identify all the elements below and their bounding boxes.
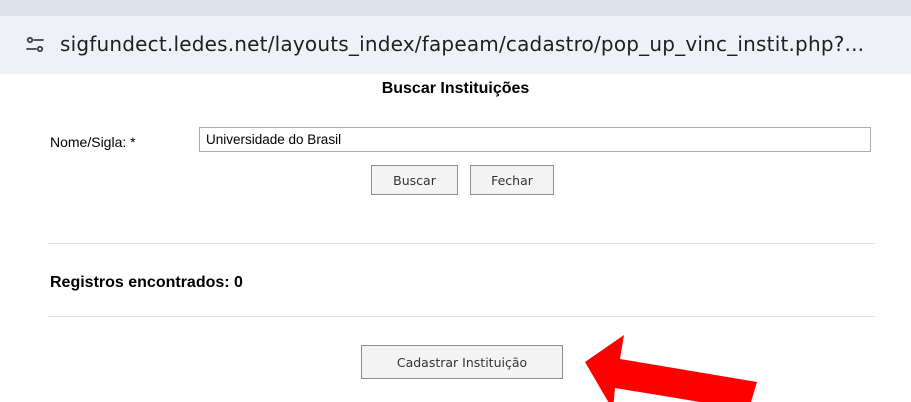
page-title: Buscar Instituições <box>381 80 530 97</box>
register-institution-button[interactable]: Cadastrar Instituição <box>361 345 563 379</box>
name-sigla-input[interactable] <box>199 127 871 152</box>
url-text[interactable]: sigfundect.ledes.net/layouts_index/fapea… <box>60 32 864 56</box>
records-found-text: Registros encontrados: 0 <box>50 274 243 291</box>
divider <box>48 316 875 317</box>
name-sigla-label: Nome/Sigla: * <box>50 134 136 150</box>
address-bar[interactable]: sigfundect.ledes.net/layouts_index/fapea… <box>0 16 911 74</box>
search-button[interactable]: Buscar <box>371 165 458 195</box>
browser-top-strip <box>0 0 911 16</box>
site-info-icon[interactable] <box>22 31 48 59</box>
popup-page: Buscar Instituições Nome/Sigla: * Buscar… <box>0 74 911 402</box>
divider <box>48 243 875 244</box>
close-button[interactable]: Fechar <box>470 165 554 195</box>
